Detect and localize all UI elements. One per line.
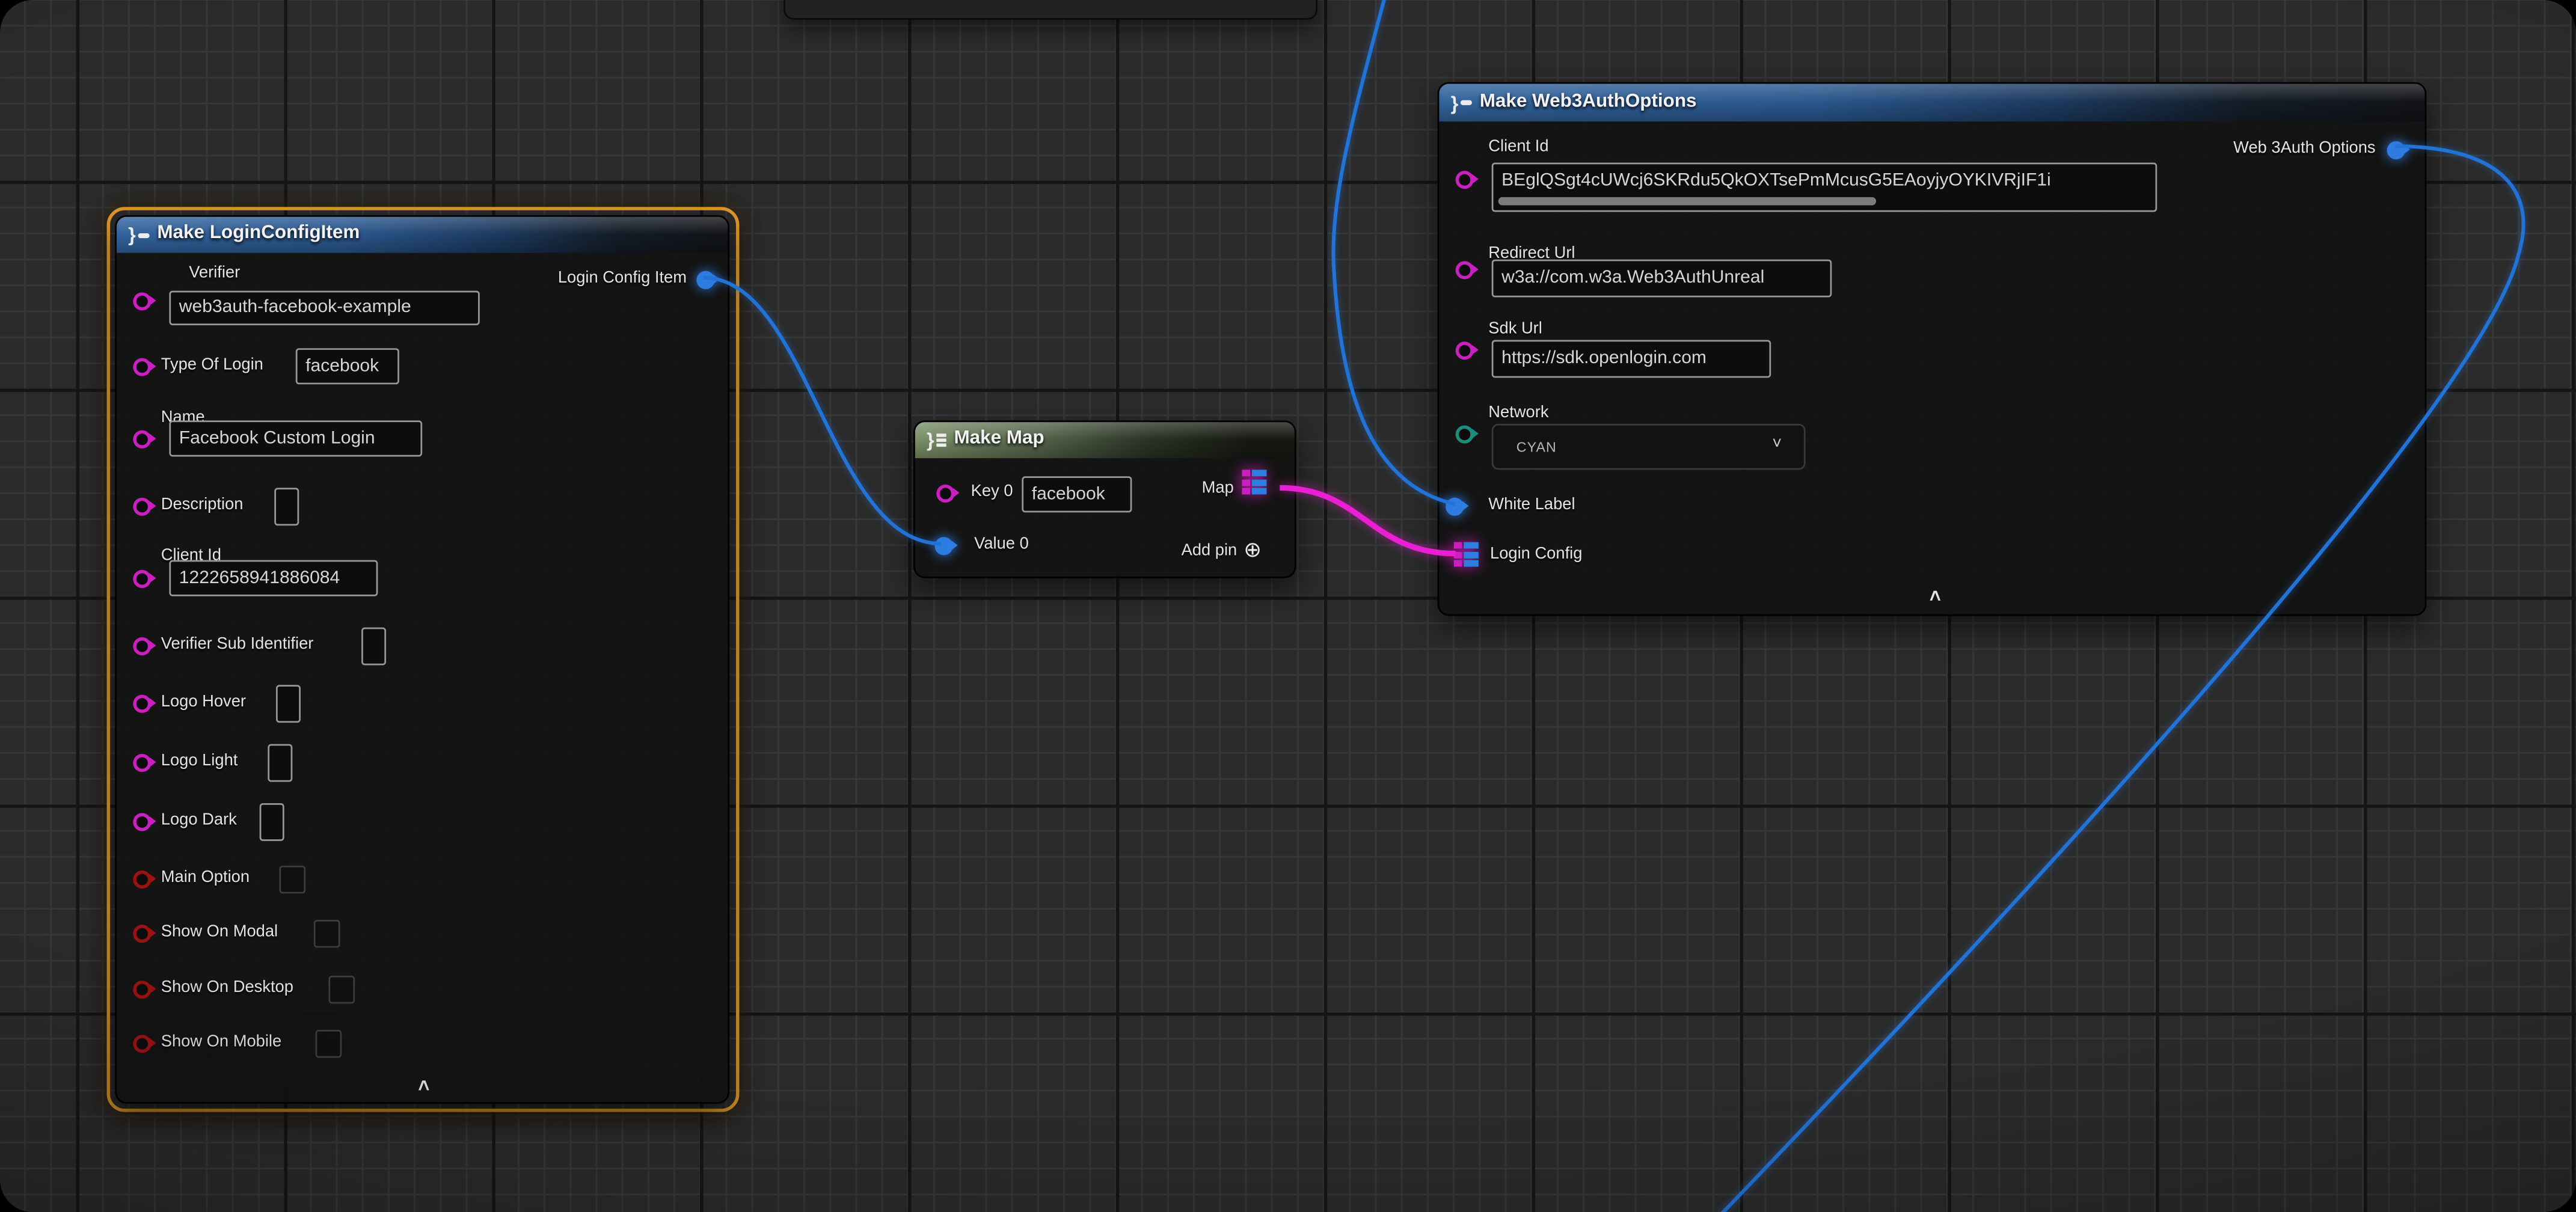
node-header[interactable]: Make LoginConfigItem [117, 217, 728, 253]
make-map-icon [927, 430, 946, 450]
verifier-label: Verifier [189, 265, 240, 284]
white-label-label: White Label [1488, 496, 1575, 516]
login-config-pin[interactable] [1454, 542, 1479, 567]
show-on-mobile-checkbox[interactable] [316, 1030, 342, 1057]
client-id-input[interactable]: 1222658941886084 [169, 560, 378, 596]
add-pin-label[interactable]: Add pin [1145, 542, 1237, 562]
node-title: Make LoginConfigItem [157, 225, 360, 244]
type-of-login-pin[interactable] [132, 357, 150, 375]
node-title: Make Web3AuthOptions [1480, 93, 1697, 112]
logo-dark-label: Logo Dark [161, 812, 237, 831]
sdk-url-input[interactable]: https://sdk.openlogin.com [1492, 340, 1771, 378]
graph-canvas[interactable]: Make LoginConfigItem Verifier web3auth-f… [0, 0, 2576, 1212]
show-on-modal-checkbox[interactable] [314, 920, 340, 947]
login-config-label: Login Config [1490, 545, 1582, 565]
login-config-item-output-pin[interactable] [696, 270, 714, 288]
make-struct-icon [1450, 93, 1471, 112]
verifier-input[interactable]: web3auth-facebook-example [169, 291, 479, 325]
logo-light-pin[interactable] [132, 753, 150, 771]
main-option-pin[interactable] [132, 870, 150, 888]
map-output-label: Map [1162, 480, 1234, 500]
verifier-sub-identifier-input[interactable] [361, 628, 386, 666]
key-0-input[interactable]: facebook [1022, 476, 1132, 512]
main-option-label: Main Option [161, 869, 250, 889]
node-make-web3auth-options[interactable]: Make Web3AuthOptions Client Id BEglQSgt4… [1438, 82, 2427, 616]
node-header[interactable]: Make Web3AuthOptions [1439, 84, 2424, 121]
redirect-url-input[interactable]: w3a://com.w3a.Web3AuthUnreal [1492, 260, 1832, 298]
logo-dark-pin[interactable] [132, 812, 150, 830]
key-0-pin[interactable] [936, 484, 954, 502]
add-pin-icon[interactable]: ⊕ [1244, 539, 1262, 560]
description-pin[interactable] [132, 497, 150, 515]
show-on-desktop-checkbox[interactable] [328, 976, 355, 1003]
logo-light-input[interactable] [268, 744, 292, 782]
type-of-login-label: Type Of Login [161, 357, 263, 376]
show-on-desktop-pin[interactable] [132, 980, 150, 998]
name-input[interactable]: Facebook Custom Login [169, 420, 422, 456]
verifier-sub-identifier-label: Verifier Sub Identifier [161, 635, 314, 655]
node-header[interactable]: Make Map [915, 422, 1295, 458]
logo-hover-input[interactable] [276, 685, 301, 723]
client-id-scrollbar[interactable] [1498, 197, 1876, 204]
chevron-down-icon: ˅ [1772, 435, 1782, 453]
white-label-pin[interactable] [1445, 497, 1463, 515]
web3auth-options-output-pin[interactable] [2386, 141, 2404, 159]
description-input[interactable] [274, 488, 299, 525]
output-label: Web 3Auth Options [2145, 139, 2375, 159]
collapse-node-button[interactable]: ˄ [1922, 588, 1949, 604]
value-0-pin[interactable] [934, 536, 952, 554]
node-make-map[interactable]: Make Map Key 0 facebook Map Value 0 Add … [913, 420, 1296, 578]
name-pin[interactable] [132, 429, 150, 447]
wire-map-to-login-config[interactable] [1280, 488, 1455, 553]
sdk-url-pin[interactable] [1455, 341, 1473, 359]
client-id-pin[interactable] [1455, 170, 1473, 188]
logo-dark-input[interactable] [260, 803, 284, 841]
show-on-mobile-label: Show On Mobile [161, 1033, 281, 1053]
show-on-desktop-label: Show On Desktop [161, 979, 293, 999]
offscreen-node-fragment[interactable] [784, 0, 1317, 20]
description-label: Description [161, 496, 244, 516]
sdk-url-label: Sdk Url [1488, 320, 1542, 340]
network-pin[interactable] [1455, 424, 1473, 442]
network-dropdown[interactable]: CYAN ˅ [1492, 424, 1806, 470]
logo-light-label: Logo Light [161, 752, 238, 772]
network-label: Network [1488, 404, 1548, 424]
map-output-pin[interactable] [1242, 470, 1266, 494]
type-of-login-input[interactable]: facebook [296, 348, 399, 384]
logo-hover-pin[interactable] [132, 694, 150, 712]
redirect-url-pin[interactable] [1455, 260, 1473, 278]
main-option-checkbox[interactable] [279, 866, 305, 893]
value-0-label: Value 0 [974, 536, 1029, 556]
show-on-mobile-pin[interactable] [132, 1034, 150, 1052]
verifier-sub-identifier-pin[interactable] [132, 637, 150, 655]
key-0-label: Key 0 [971, 483, 1013, 503]
make-struct-icon [128, 225, 149, 245]
blueprint-editor: Make LoginConfigItem Verifier web3auth-f… [0, 0, 2576, 1212]
client-id-label: Client Id [1488, 138, 1548, 158]
client-id-pin[interactable] [132, 569, 150, 587]
logo-hover-label: Logo Hover [161, 693, 246, 713]
network-dropdown-value: CYAN [1516, 438, 1557, 454]
node-make-login-config-item[interactable]: Make LoginConfigItem Verifier web3auth-f… [115, 215, 729, 1104]
output-label: Login Config Item [489, 269, 687, 289]
show-on-modal-pin[interactable] [132, 924, 150, 942]
show-on-modal-label: Show On Modal [161, 923, 278, 943]
verifier-pin[interactable] [132, 292, 150, 310]
wire-login-config-item-to-value0[interactable] [703, 278, 941, 544]
collapse-node-button[interactable]: ˄ [411, 1077, 437, 1094]
node-title: Make Map [954, 430, 1044, 449]
